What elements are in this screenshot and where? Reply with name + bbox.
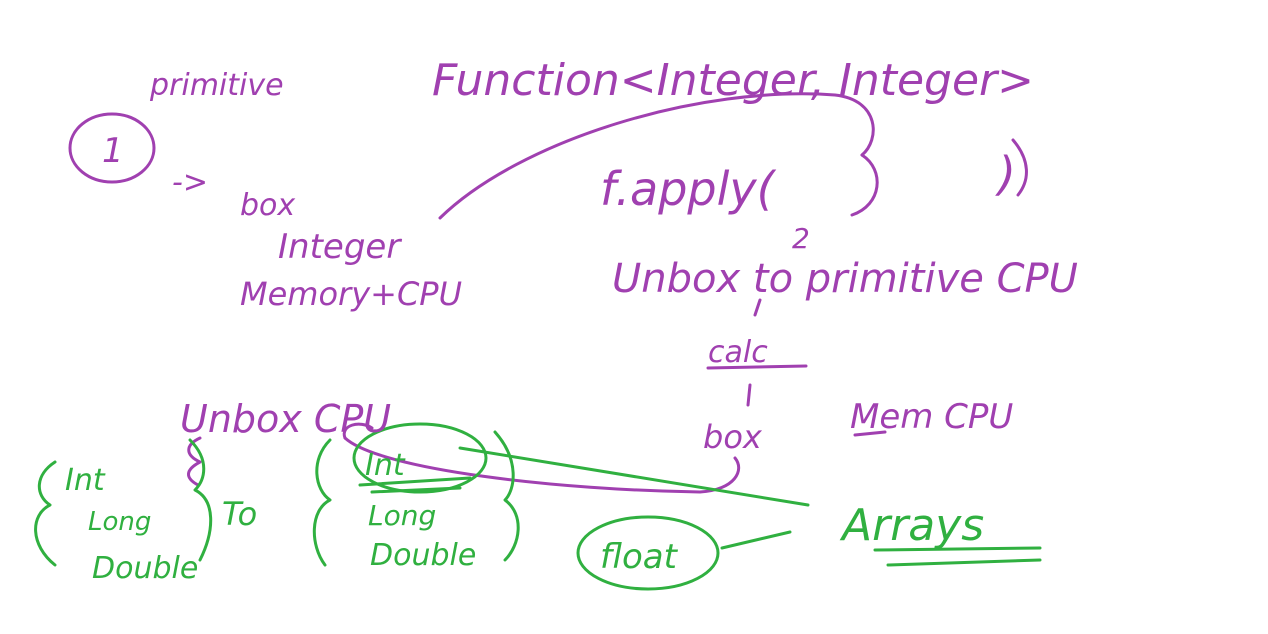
down-arrow-2	[746, 383, 752, 407]
function-signature: Function<Integer, Integer>	[432, 55, 1034, 106]
right-close-brace	[493, 430, 520, 562]
box-label: box	[240, 188, 295, 223]
arrow-label: ->	[172, 165, 208, 200]
whiteboard-canvas: 1 primitive -> box Integer Memory+CPU Fu…	[0, 0, 1268, 634]
step-one-label: 1	[102, 131, 124, 171]
arrays-label: Arrays	[839, 500, 984, 551]
left-type-double: Double	[92, 551, 198, 586]
apply-call: f.apply(	[600, 162, 777, 216]
float-label: float	[600, 537, 679, 577]
apply-open-paren	[850, 153, 879, 217]
memory-cpu-label: Memory+CPU	[240, 275, 462, 313]
right-type-int: Int	[365, 448, 406, 483]
unbox-cpu-label: Unbox CPU	[180, 397, 391, 441]
primitive-label: primitive	[149, 68, 284, 103]
integer-label: Integer	[278, 227, 402, 267]
right-type-long: Long	[368, 499, 436, 532]
right-type-double: Double	[370, 538, 476, 573]
arrays-to-float-line	[720, 530, 792, 550]
mem-cpu-label: Mem CPU	[850, 397, 1013, 437]
down-arrow-1	[753, 298, 762, 317]
apply-close-paren: )	[995, 147, 1016, 201]
box2-label: box	[703, 418, 763, 456]
step-two-label: 2	[792, 222, 810, 255]
right-open-brace	[312, 438, 332, 567]
left-type-int: Int	[65, 463, 106, 498]
to-label: To	[222, 495, 257, 533]
left-open-brace	[34, 460, 57, 567]
calc-label: calc	[708, 335, 768, 370]
left-type-long: Long	[88, 507, 151, 537]
whiteboard-sketch: 1 primitive -> box Integer Memory+CPU Fu…	[34, 55, 1078, 591]
unbox-to-primitive-label: Unbox to primitive CPU	[612, 256, 1078, 302]
